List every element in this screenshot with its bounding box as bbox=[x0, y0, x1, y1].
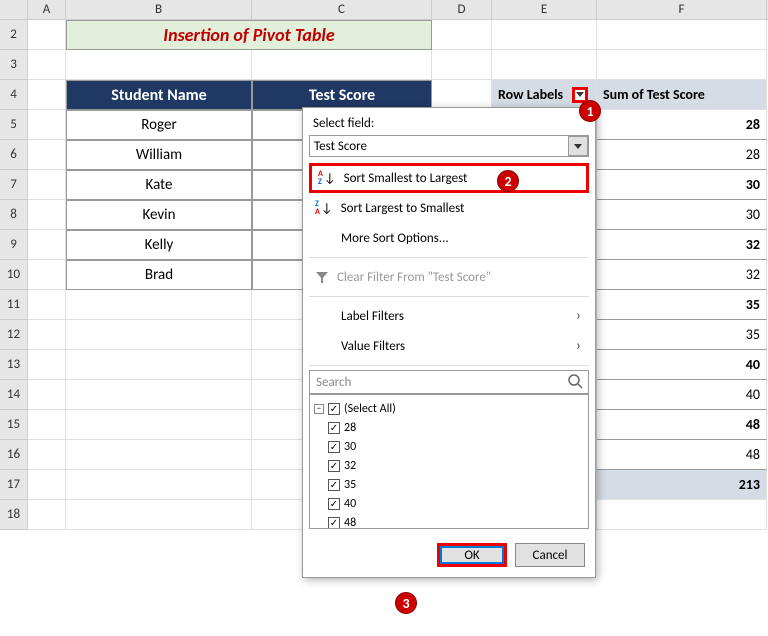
search-icon bbox=[567, 373, 583, 389]
field-select[interactable]: Test Score bbox=[309, 135, 589, 157]
filter-item[interactable]: ✓40 bbox=[314, 494, 584, 513]
tree-collapse-icon[interactable]: − bbox=[314, 404, 324, 414]
ok-button[interactable]: OK bbox=[437, 543, 507, 567]
select-field-label: Select field: bbox=[313, 116, 589, 131]
filter-checklist[interactable]: − ✓ (Select All) ✓28 ✓30 ✓32 ✓35 ✓40 ✓48 bbox=[309, 394, 589, 529]
header-test-score[interactable]: Test Score bbox=[252, 80, 432, 110]
more-sort-options-item[interactable]: More Sort Options... bbox=[309, 223, 589, 253]
sort-desc-icon: ZA↓ bbox=[315, 200, 333, 216]
header-student-name[interactable]: Student Name bbox=[66, 80, 252, 110]
filter-item[interactable]: ✓30 bbox=[314, 437, 584, 456]
row-headers: 2 3 4 5 6 7 8 9 10 11 12 13 14 15 16 17 … bbox=[0, 20, 28, 530]
title-cell[interactable]: Insertion of Pivot Table bbox=[66, 20, 432, 50]
callout-3: 3 bbox=[395, 592, 417, 614]
filter-item[interactable]: ✓32 bbox=[314, 456, 584, 475]
label-filters-item[interactable]: Label Filters › bbox=[309, 301, 589, 331]
clear-filter-item: Clear Filter From "Test Score" bbox=[309, 262, 589, 292]
sort-descending-item[interactable]: ZA↓ Sort Largest to Smallest bbox=[309, 193, 589, 223]
select-all-row[interactable]: − ✓ (Select All) bbox=[314, 399, 584, 418]
pivot-value[interactable]: 28 bbox=[597, 110, 767, 140]
cancel-button[interactable]: Cancel bbox=[515, 543, 585, 567]
filter-item[interactable]: ✓28 bbox=[314, 418, 584, 437]
funnel-clear-icon bbox=[315, 270, 329, 284]
chevron-down-icon[interactable] bbox=[568, 136, 588, 156]
filter-item[interactable]: ✓35 bbox=[314, 475, 584, 494]
chevron-right-icon: › bbox=[576, 337, 581, 355]
callout-1: 1 bbox=[579, 100, 601, 122]
pivot-sum-header[interactable]: Sum of Test Score bbox=[597, 80, 767, 110]
filter-search-input[interactable]: Search bbox=[309, 370, 589, 394]
sort-ascending-item[interactable]: AZ↓ Sort Smallest to Largest bbox=[309, 163, 589, 193]
column-headers: A B C D E F bbox=[0, 0, 768, 20]
callout-2: 2 bbox=[497, 170, 519, 192]
chevron-right-icon: › bbox=[576, 307, 581, 325]
student-cell[interactable]: Roger bbox=[66, 110, 252, 140]
checkbox-icon[interactable]: ✓ bbox=[328, 403, 340, 415]
sort-asc-icon: AZ↓ bbox=[318, 170, 336, 186]
value-filters-item[interactable]: Value Filters › bbox=[309, 331, 589, 361]
filter-item[interactable]: ✓48 bbox=[314, 513, 584, 529]
pivot-filter-menu: Select field: Test Score AZ↓ Sort Smalle… bbox=[302, 107, 596, 578]
